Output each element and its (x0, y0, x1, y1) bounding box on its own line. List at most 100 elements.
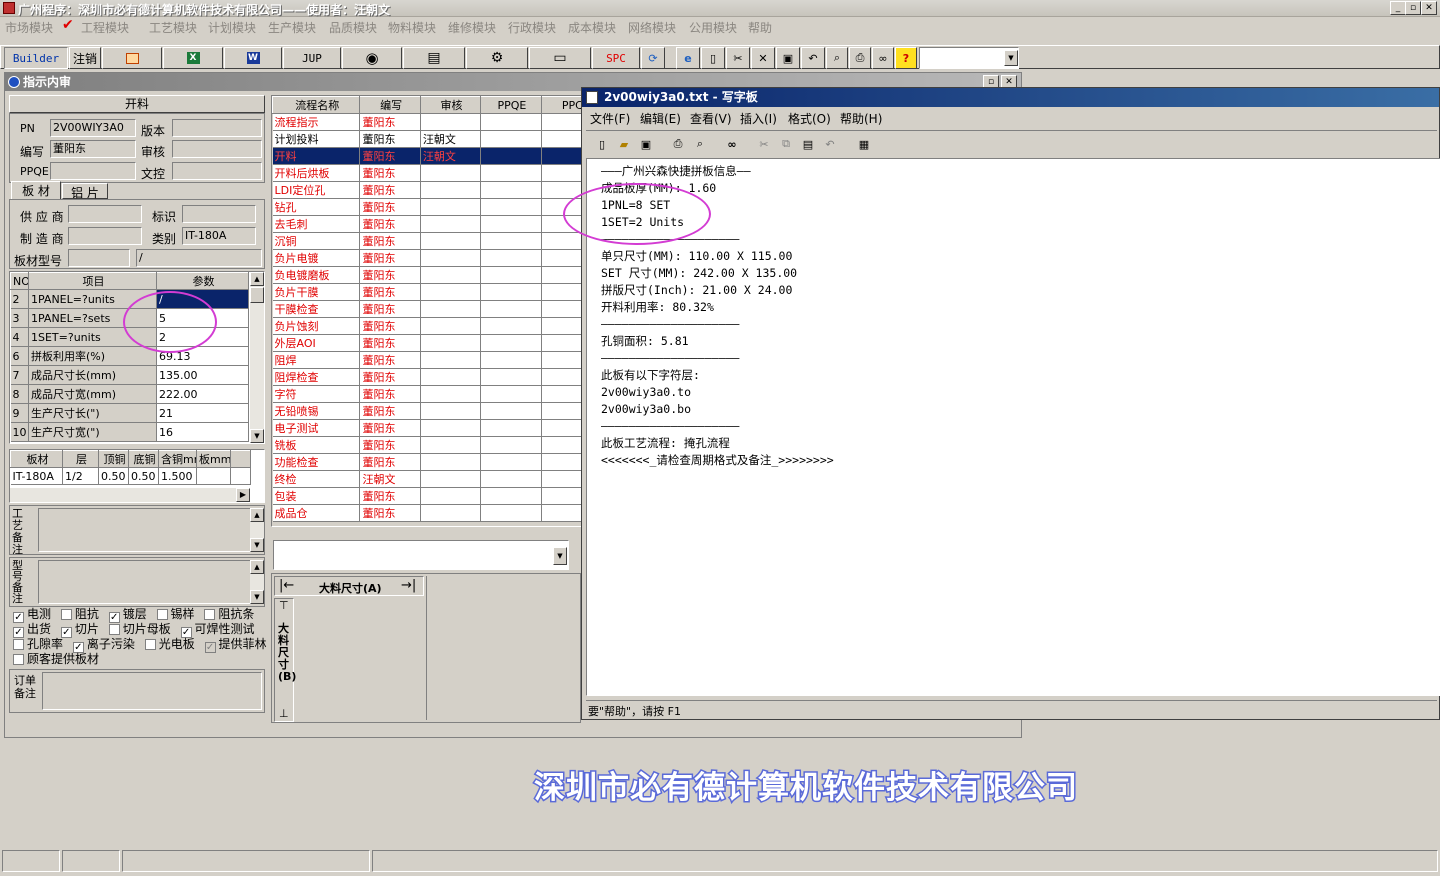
table-row-item[interactable]: 生产尺寸长(") (28, 403, 157, 423)
scroll-up-icon[interactable]: ▲ (250, 508, 264, 522)
delete-button[interactable]: ✕ (751, 47, 775, 69)
menu-admin[interactable]: 行政模块 (508, 19, 556, 36)
flow-cell-ppc[interactable] (541, 113, 582, 131)
process-note-scrollbar[interactable]: ▲ ▼ (250, 508, 264, 552)
flow-cell-name[interactable]: 负片蚀刻 (272, 317, 361, 335)
open-folder-icon[interactable]: ▰ (614, 134, 634, 154)
flow-cell-name[interactable]: 开料 (272, 147, 361, 165)
find-icon[interactable]: ∞ (722, 134, 742, 154)
scroll-right-icon[interactable]: ▶ (236, 488, 250, 502)
wordpad-menu-help[interactable]: 帮助(H) (840, 110, 882, 127)
table-row[interactable]: 负电镀磨板 董阳东 (272, 266, 582, 284)
board-hscrollbar[interactable]: ▶ (10, 488, 250, 502)
flow-cell-name[interactable]: 负片电镀 (272, 249, 361, 267)
doccontrol-field[interactable] (172, 162, 262, 180)
table-row-item[interactable]: 拼板利用率(%) (28, 346, 157, 366)
close-button[interactable]: ✕ (1421, 1, 1437, 15)
flow-cell-name[interactable]: 功能检查 (272, 453, 361, 471)
flow-cell-reviewer[interactable] (420, 402, 482, 420)
flow-cell-author[interactable]: 董阳东 (359, 436, 421, 454)
table-row[interactable]: 阻焊检查 董阳东 (272, 368, 582, 386)
flow-cell-author[interactable]: 董阳东 (359, 300, 421, 318)
table-row[interactable]: 成品仓 董阳东 (272, 504, 582, 522)
param-scrollbar[interactable]: ▲ ▼ (250, 272, 264, 443)
word-button[interactable]: W (224, 47, 282, 69)
ppqe-field[interactable] (50, 162, 136, 180)
flow-cell-ppc[interactable] (541, 147, 582, 165)
table-row[interactable]: 钻孔 董阳东 (272, 198, 582, 216)
menu-cost[interactable]: 成本模块 (568, 19, 616, 36)
flow-cell-reviewer[interactable] (420, 164, 482, 182)
menu-market[interactable]: 市场模块 (5, 19, 53, 36)
checkbox-tin-sample[interactable]: 锡样 (156, 607, 195, 621)
table-row[interactable]: 外层AOI 董阳东 (272, 334, 582, 352)
table-row[interactable]: 负片蚀刻 董阳东 (272, 317, 582, 335)
checkbox-slice-mother-board[interactable]: 切片母板 (108, 622, 171, 636)
menu-engineering[interactable]: 工程模块 (81, 19, 129, 36)
table-row-value[interactable]: 16 (156, 422, 249, 442)
datetime-icon[interactable]: ▦ (854, 134, 874, 154)
flow-cell-ppc[interactable] (541, 317, 582, 335)
flow-cell-name[interactable]: 干膜检查 (272, 300, 361, 318)
flow-cell-ppqe[interactable] (480, 351, 542, 369)
table-row[interactable]: 负片电镀 董阳东 (272, 249, 582, 267)
menu-production[interactable]: 生产模块 (268, 19, 316, 36)
flow-cell-ppqe[interactable] (480, 487, 542, 505)
flow-cell-reviewer[interactable] (420, 504, 482, 522)
undo-button[interactable]: ↶ (801, 47, 825, 69)
flow-cell-author[interactable]: 董阳东 (359, 181, 421, 199)
flow-cell-name[interactable]: 负电镀磨板 (272, 266, 361, 284)
flow-cell-author[interactable]: 董阳东 (359, 147, 421, 165)
flow-cell-ppc[interactable] (541, 232, 582, 250)
flow-cell-ppqe[interactable] (480, 283, 542, 301)
logout-button[interactable]: 注销 (69, 47, 101, 69)
maker-field[interactable] (68, 227, 142, 245)
tab-board-material[interactable]: 板 材 (11, 181, 61, 199)
save-icon[interactable]: ▣ (636, 134, 656, 154)
table-row[interactable]: 包装 董阳东 (272, 487, 582, 505)
version-field[interactable] (172, 119, 262, 137)
flow-cell-ppc[interactable] (541, 368, 582, 386)
flow-cell-reviewer[interactable] (420, 300, 482, 318)
board-cell[interactable]: 1.500 (158, 467, 197, 485)
table-row[interactable]: 流程指示 董阳东 (272, 113, 582, 131)
model-field-2[interactable]: / (136, 249, 262, 267)
board-cell[interactable]: 0.50 (128, 467, 159, 485)
checkbox-ionic-contamination[interactable]: ✓ 离子污染 (72, 637, 135, 653)
builder-button[interactable]: Builder (4, 47, 68, 69)
flow-cell-author[interactable]: 董阳东 (359, 453, 421, 471)
minimize-button[interactable]: _ (1390, 1, 1406, 15)
scroll-up-icon[interactable]: ▲ (250, 272, 264, 286)
flow-cell-reviewer[interactable] (420, 198, 482, 216)
tab-aluminum[interactable]: 铝 片 (62, 183, 108, 200)
undo-icon[interactable]: ↶ (820, 134, 840, 154)
checkbox-impedance[interactable]: 阻抗 (60, 607, 99, 621)
table-row[interactable]: 干膜检查 董阳东 (272, 300, 582, 318)
scroll-down-icon[interactable]: ▼ (250, 538, 264, 552)
author-field[interactable]: 董阳东 (50, 140, 136, 158)
flow-cell-author[interactable]: 董阳东 (359, 198, 421, 216)
menu-maintenance[interactable]: 维修模块 (448, 19, 496, 36)
table-row-item[interactable]: 生产尺寸宽(") (28, 422, 157, 442)
flow-cell-reviewer[interactable] (420, 368, 482, 386)
flow-cell-author[interactable]: 董阳东 (359, 266, 421, 284)
scroll-down-icon[interactable]: ▼ (250, 429, 264, 443)
flow-cell-ppqe[interactable] (480, 198, 542, 216)
flow-cell-ppqe[interactable] (480, 470, 542, 488)
flow-cell-ppc[interactable] (541, 130, 582, 148)
table-row[interactable]: 无铅喷锡 董阳东 (272, 402, 582, 420)
scroll-down-icon[interactable]: ▼ (250, 590, 264, 604)
supplier-field[interactable] (68, 205, 142, 223)
menu-process[interactable]: 工艺模块 (149, 19, 197, 36)
model-field-1[interactable] (68, 249, 130, 267)
flow-cell-author[interactable]: 董阳东 (359, 283, 421, 301)
table-row[interactable]: 功能检查 董阳东 (272, 453, 582, 471)
flow-cell-ppqe[interactable] (480, 249, 542, 267)
flow-cell-ppc[interactable] (541, 402, 582, 420)
flow-cell-ppqe[interactable] (480, 300, 542, 318)
flow-cell-author[interactable]: 董阳东 (359, 317, 421, 335)
checkbox-photoelectric-board[interactable]: 光电板 (144, 637, 195, 651)
wordpad-menu-view[interactable]: 查看(V) (690, 110, 732, 127)
flow-cell-author[interactable]: 董阳东 (359, 334, 421, 352)
flow-cell-author[interactable]: 董阳东 (359, 232, 421, 250)
